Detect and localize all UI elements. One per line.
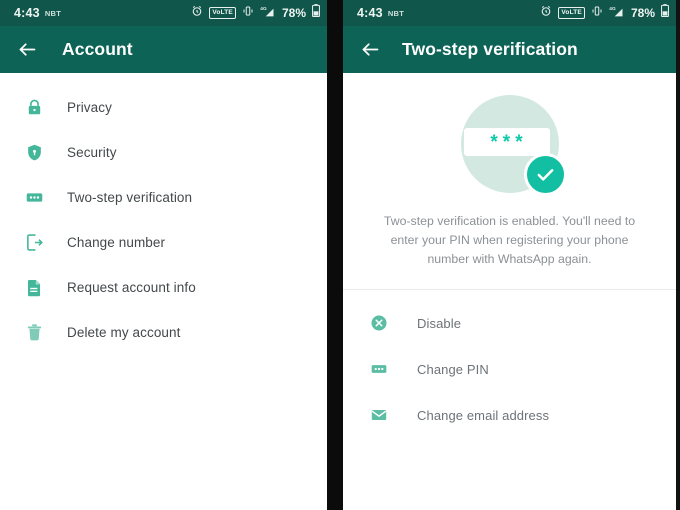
- volte-badge: VoLTE: [558, 7, 585, 19]
- page-title: Two-step verification: [402, 39, 578, 59]
- close-circle-icon: [369, 313, 389, 333]
- shield-icon: [23, 142, 45, 164]
- screen-divider: [327, 0, 343, 510]
- action-item-label: Disable: [417, 315, 462, 331]
- document-icon: [23, 277, 45, 299]
- alarm-clock-icon: [540, 4, 552, 22]
- right-screen-two-step-verification: 4:43 NBT VoLTE 4G 78% Two-step verificat…: [343, 0, 676, 510]
- signal-4g-icon: 4G: [260, 4, 275, 22]
- status-bar: 4:43 NBT VoLTE 4G 78%: [343, 0, 676, 26]
- status-timezone: NBT: [387, 8, 405, 18]
- pin-dots-icon: [23, 187, 45, 209]
- account-settings-list: Privacy Security Two-step verification C…: [0, 73, 327, 355]
- back-arrow-icon[interactable]: [357, 37, 383, 63]
- hero-section: * * * Two-step verification is enabled. …: [343, 73, 676, 269]
- app-bar-account: Account: [0, 26, 327, 73]
- check-circle-icon: [523, 153, 567, 196]
- signal-4g-icon: 4G: [609, 4, 624, 22]
- page-title: Account: [62, 39, 133, 59]
- pin-mask-char: *: [515, 131, 523, 153]
- status-icon-group: VoLTE 4G 78%: [540, 4, 669, 22]
- svg-text:4G: 4G: [260, 6, 267, 12]
- pin-dots-icon: [369, 359, 389, 379]
- action-item-label: Change PIN: [417, 361, 489, 377]
- two-step-illustration: * * *: [460, 95, 567, 196]
- lock-icon: [23, 97, 45, 119]
- pin-mask-box: * * *: [463, 128, 550, 156]
- status-timezone: NBT: [44, 8, 62, 18]
- vibrate-icon: [242, 4, 254, 22]
- battery-icon: [312, 4, 320, 22]
- action-item-disable[interactable]: Disable: [343, 300, 676, 346]
- list-item-security[interactable]: Security: [0, 130, 327, 175]
- list-item-label: Privacy: [67, 100, 112, 115]
- list-item-delete-my-account[interactable]: Delete my account: [0, 310, 327, 355]
- list-item-two-step-verification[interactable]: Two-step verification: [0, 175, 327, 220]
- status-icon-group: VoLTE 4G 78%: [191, 4, 320, 22]
- battery-icon: [661, 4, 669, 22]
- phone-arrow-icon: [23, 232, 45, 254]
- status-time: 4:43: [357, 6, 383, 20]
- svg-text:4G: 4G: [609, 6, 616, 12]
- status-time: 4:43: [14, 6, 40, 20]
- back-arrow-icon[interactable]: [14, 37, 40, 63]
- list-item-label: Security: [67, 145, 117, 160]
- battery-percent: 78%: [281, 6, 306, 20]
- right-frame-edge: [676, 0, 680, 510]
- pin-mask-char: *: [502, 131, 511, 153]
- list-item-privacy[interactable]: Privacy: [0, 85, 327, 130]
- list-item-label: Change number: [67, 235, 166, 250]
- list-item-label: Delete my account: [67, 325, 181, 340]
- list-item-change-number[interactable]: Change number: [0, 220, 327, 265]
- action-item-change-pin[interactable]: Change PIN: [343, 346, 676, 392]
- battery-percent: 78%: [630, 6, 655, 20]
- left-screen-account: 4:43 NBT VoLTE 4G 78% Account Privacy Se…: [0, 0, 327, 510]
- trash-icon: [23, 322, 45, 344]
- status-bar: 4:43 NBT VoLTE 4G 78%: [0, 0, 327, 26]
- list-item-request-account-info[interactable]: Request account info: [0, 265, 327, 310]
- list-item-label: Two-step verification: [67, 190, 193, 205]
- vibrate-icon: [591, 4, 603, 22]
- action-item-change-email-address[interactable]: Change email address: [343, 392, 676, 438]
- list-item-label: Request account info: [67, 280, 196, 295]
- app-bar-two-step-verification: Two-step verification: [343, 26, 676, 73]
- pin-mask-char: *: [490, 131, 498, 153]
- two-step-actions-list: Disable Change PIN Change email address: [343, 290, 676, 438]
- action-item-label: Change email address: [417, 407, 550, 423]
- dual-screenshot-container: 4:43 NBT VoLTE 4G 78% Account Privacy Se…: [0, 0, 680, 510]
- envelope-icon: [369, 405, 389, 425]
- alarm-clock-icon: [191, 4, 203, 22]
- volte-badge: VoLTE: [209, 7, 236, 19]
- status-description: Two-step verification is enabled. You'll…: [383, 214, 636, 266]
